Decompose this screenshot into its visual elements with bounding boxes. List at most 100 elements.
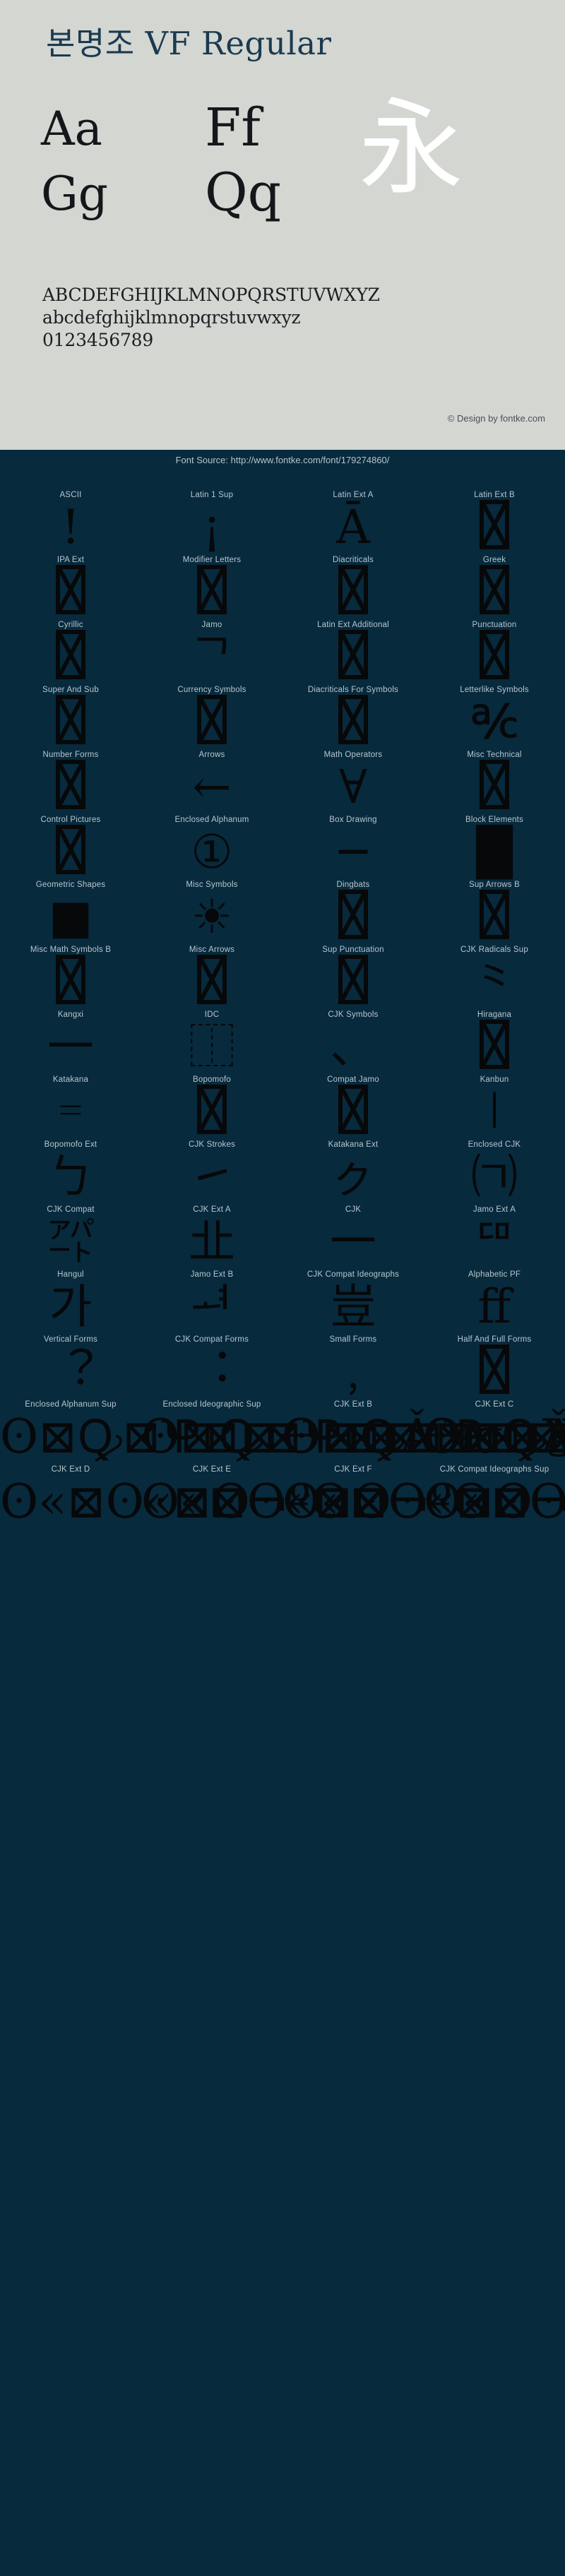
unicode-block-cell: Hiragana [424,1010,565,1075]
unicode-block-label: Sup Punctuation [322,946,384,954]
unicode-block-label: Vertical Forms [43,1335,98,1344]
unicode-block-label: Letterlike Symbols [460,686,529,694]
unicode-block-cell: Kanbun ㆐ [424,1075,565,1140]
unicode-block-cell: Katakana ゠ [0,1075,141,1140]
unicode-block-glyph: ⼀ [47,1020,94,1074]
unicode-block-label: CJK Compat Ideographs [307,1270,400,1279]
unicode-block-glyph: ʘ«⊠ʘ«⊠ʘ¬ºʘ⊠ [0,1474,388,1529]
unicode-block-cell: Latin Ext Additional [282,620,424,685]
missing-glyph-box-icon [282,565,424,620]
unicode-block-cell: Hangul 가 [0,1270,141,1335]
unicode-block-label: Diacriticals [333,556,374,564]
unicode-block-glyph: ﬀ [477,1280,511,1334]
unicode-block-cell: Misc Symbols ☀ [141,880,282,945]
unicode-block-cell: Half And Full Forms [424,1335,565,1400]
unicode-block-cell: Dingbats [282,880,424,945]
unicode-block-label: Bopomofo [192,1075,232,1084]
unicode-block-glyph: ꥠ [472,1215,516,1269]
unicode-block-label: Compat Jamo [327,1075,379,1084]
missing-glyph-box-icon [424,565,565,620]
missing-glyph-box-icon [282,695,424,750]
unicode-block-label: ASCII [59,491,82,499]
unicode-block-cell: CJK Radicals Sup ⺀ [424,945,565,1010]
unicode-block-cell: Enclosed CJK ㈀ [424,1140,565,1205]
unicode-block-cell: CJK Ext F ʘ«⊠ʘ«⊠ʘ¬ºʘ⊠ [282,1465,565,1530]
unicode-block-cell: Sup Arrows B [424,880,565,945]
unicode-block-cell: Super And Sub [0,685,141,750]
unicode-block-cell: Cyrillic [0,620,141,685]
unicode-block-cell: Letterlike Symbols ℀ [424,685,565,750]
unicode-block-label: Enclosed Alphanum Sup [25,1400,117,1409]
unicode-block-label: CJK Ext A [193,1205,231,1214]
unicode-block-glyph: ʘ«⊠ʘ«⊠ʘ¬ºʘ⊠ [424,1474,565,1529]
missing-glyph-box-icon [0,760,141,815]
unicode-block-label: Small Forms [329,1335,377,1344]
unicode-block-glyph: ☀ [191,890,233,944]
unicode-block-label: Latin 1 Sup [190,491,234,499]
unicode-block-glyph: ﹐ [330,1344,376,1399]
unicode-block-cell: Misc Technical [424,750,565,815]
unicode-block-glyph: ■ [48,890,93,944]
unicode-block-glyph: ʘ«⊠ʘ«⊠ʘ¬ºʘ⊠ [282,1474,565,1529]
unicode-block-glyph: 㐀 [189,1215,235,1269]
unicode-block-cell: Box Drawing ─ [282,815,424,880]
missing-glyph-box-icon [282,955,424,1010]
unicode-block-cell: CJK Strokes ㇀ [141,1140,282,1205]
unicode-block-label: Misc Arrows [189,946,235,954]
unicode-block-glyph: ¡ [202,500,222,554]
unicode-block-cell: Enclosed Ideographic Sup ʘ⊠Ꝙ⊠Ꝕ⊠⊠Ꝋ⊠⊠Ǎ⊠ɑ⊠Ɣ [141,1400,565,1465]
unicode-block-label: CJK Compat Ideographs Sup [439,1465,549,1474]
unicode-block-label: Cyrillic [58,621,83,629]
unicode-block-cell: CJK Ext Eʘ«⊠ʘ«⊠ʘ¬ºʘ⊠ [141,1465,529,1530]
unicode-block-label: Jamo [201,621,222,629]
unicode-block-glyph: ︓ [189,1344,235,1399]
unicode-block-cell: CJK Ext B ʘ⊠Ꝙ⊠Ꝕ⊠⊠Ꝋ⊠⊠Ǎ⊠ɑ⊠Ɣ [282,1400,565,1465]
unicode-block-glyph: ︖ [47,1344,94,1399]
unicode-block-cell: Compat Jamo [282,1075,424,1140]
missing-glyph-box-icon [141,695,282,750]
unicode-block-label: Latin Ext Additional [317,621,389,629]
unicode-block-cell: Vertical Forms ︖ [0,1335,141,1400]
unicode-block-cell: Alphabetic PF ﬀ [424,1270,565,1335]
unicode-block-label: CJK Ext D [51,1465,90,1474]
unicode-block-glyph: ⿰ [189,1020,235,1074]
sample-glyph-aa: Aa [41,102,103,156]
unicode-block-glyph: ! [61,500,81,554]
unicode-block-label: CJK Compat Forms [174,1335,249,1344]
unicode-block-cell: Number Forms [0,750,141,815]
missing-glyph-box-icon [0,955,141,1010]
unicode-block-glyph: ㆐ [471,1085,518,1139]
missing-glyph-box-icon [141,1085,282,1140]
unicode-block-cell: IPA Ext [0,555,141,620]
unicode-block-glyph: ʘ⊠Ꝙ⊠Ꝕ⊠⊠Ꝋ⊠⊠Ǎ⊠ɑ⊠Ɣ [424,1409,565,1464]
unicode-block-cell: Katakana Ext ㇰ [282,1140,424,1205]
unicode-block-cell: Modifier Letters [141,555,282,620]
unicode-block-label: CJK Ext C [475,1400,514,1409]
unicode-block-label: Latin Ext B [474,491,515,499]
unicode-block-label: CJK Symbols [328,1010,379,1019]
unicode-block-cell: Latin Ext AĀ [282,490,424,555]
font-source-link[interactable]: Font Source: http://www.fontke.com/font/… [176,455,390,465]
unicode-block-label: Number Forms [42,751,99,759]
unicode-block-cell: Bopomofo Ext ㄅ [0,1140,141,1205]
unicode-block-cell: Geometric Shapes ■ [0,880,141,945]
unicode-block-cell: Control Pictures [0,815,141,880]
unicode-block-glyph: ㇀ [189,1150,235,1204]
unicode-block-glyph: 、 [330,1020,376,1074]
unicode-block-label: Kangxi [57,1010,84,1019]
unicode-block-glyph: 一 [330,1215,376,1269]
sample-glyph-cjk: 永 [359,88,463,209]
unicode-block-label: Enclosed CJK [468,1140,521,1149]
unicode-block-cell: Punctuation [424,620,565,685]
unicode-block-label: Misc Symbols [186,881,238,889]
missing-glyph-box-icon [424,1344,565,1400]
unicode-block-label: Arrows [198,751,225,759]
missing-glyph-box-icon [282,1085,424,1140]
specimen-header: 본명조 VF Regular Aa Ff Gg Qq 永 ABCDEFGHIJK… [0,0,565,450]
unicode-block-glyph: ힰ [190,1280,234,1334]
unicode-block-glyph: 가 [49,1280,93,1334]
missing-glyph-box-icon [141,565,282,620]
unicode-block-label: Sup Arrows B [468,881,521,889]
unicode-block-label: Geometric Shapes [35,881,106,889]
unicode-block-label: Enclosed Alphanum [174,816,249,824]
